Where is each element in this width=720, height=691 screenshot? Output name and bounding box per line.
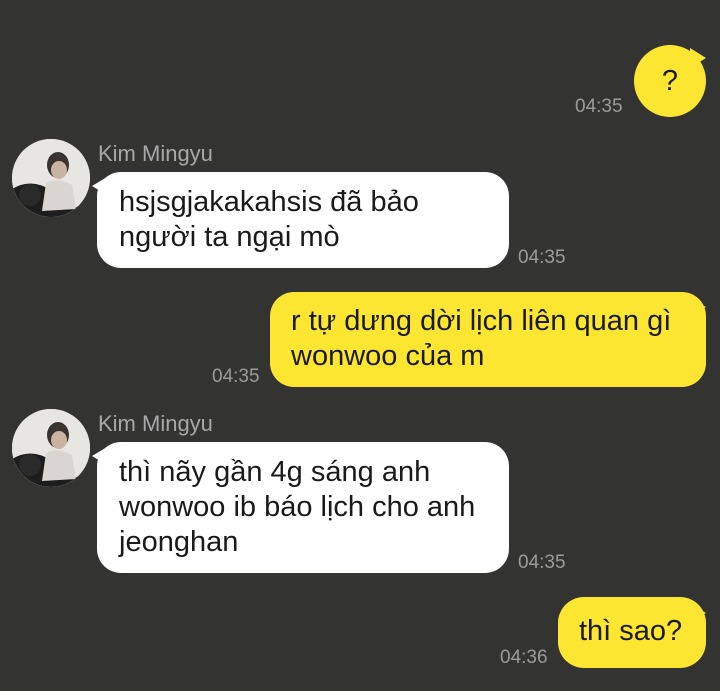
profile-photo-icon [12,409,90,487]
message-timestamp: 04:35 [518,552,566,573]
avatar[interactable] [12,139,90,217]
message-timestamp: 04:36 [500,647,548,668]
message-bubble[interactable]: thì nãy gần 4g sáng anh wonwoo ib báo lị… [97,442,509,573]
message-outgoing[interactable]: ? 04:35 [0,0,720,130]
message-outgoing[interactable]: r tự dưng dời lịch liên quan gì wonwoo c… [0,280,720,400]
message-bubble[interactable]: thì sao? [558,597,706,668]
message-bubble[interactable]: ? [634,45,706,117]
message-timestamp: 04:35 [518,247,566,268]
message-outgoing[interactable]: thì sao? 04:36 [0,585,720,691]
avatar[interactable] [12,409,90,487]
message-timestamp: 04:35 [212,366,260,387]
sender-name: Kim Mingyu [98,411,213,436]
message-incoming[interactable]: Kim Mingyu hsjsgjakakahsis đã bảo người … [0,130,720,280]
message-timestamp: 04:35 [575,96,623,117]
sender-name: Kim Mingyu [98,141,213,166]
message-bubble[interactable]: hsjsgjakakahsis đã bảo người ta ngại mò [97,172,509,268]
message-incoming[interactable]: Kim Mingyu thì nãy gần 4g sáng anh wonwo… [0,400,720,585]
message-bubble[interactable]: r tự dưng dời lịch liên quan gì wonwoo c… [270,292,706,387]
profile-photo-icon [12,139,90,217]
